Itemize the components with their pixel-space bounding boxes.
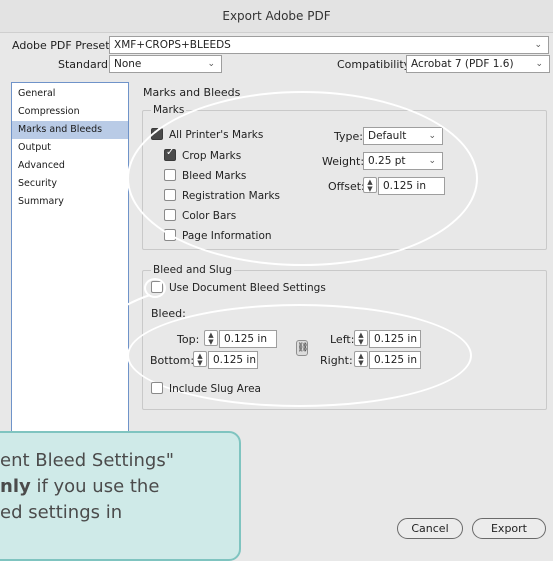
callout-line-3: ed settings in — [0, 502, 123, 523]
callout-line-2-rest: if you use the — [30, 476, 160, 497]
callout-bold-text: nly — [0, 476, 31, 497]
callout-line-1: ent Bleed Settings" — [0, 450, 175, 471]
callout-line-2: nly if you use the — [0, 474, 159, 500]
cancel-button[interactable]: Cancel — [397, 518, 463, 539]
export-button[interactable]: Export — [472, 518, 546, 539]
